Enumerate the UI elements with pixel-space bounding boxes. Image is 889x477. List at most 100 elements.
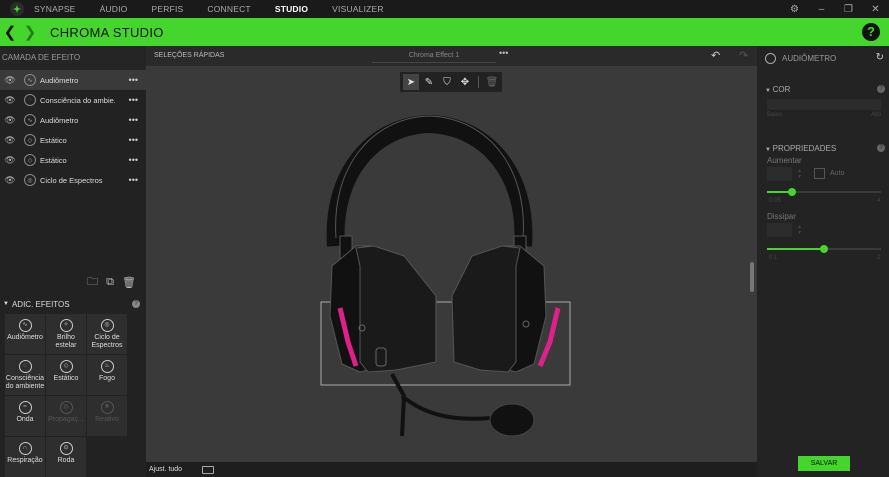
effect-starlight[interactable]: ✧ Brilho estelar bbox=[46, 314, 86, 354]
color-section-header[interactable]: ▼ COR ? bbox=[765, 85, 885, 94]
info-icon[interactable]: ? bbox=[132, 300, 140, 308]
layer-more-icon[interactable]: ••• bbox=[129, 115, 138, 125]
spectrum-icon: ◎ bbox=[24, 174, 36, 186]
quick-select-label: SELEÇÕES RÁPIDAS bbox=[154, 52, 225, 59]
eye-icon[interactable]: 👁 bbox=[0, 135, 20, 146]
auto-label: Auto bbox=[830, 170, 845, 177]
layer-label: Estático bbox=[40, 135, 67, 145]
eye-icon[interactable]: 👁 bbox=[0, 95, 20, 106]
effect-label: Propagaç... bbox=[48, 416, 84, 423]
nav-visualizer[interactable]: VISUALIZER bbox=[332, 4, 384, 14]
page-title: CHROMA STUDIO bbox=[50, 24, 164, 40]
minimize-icon[interactable]: – bbox=[808, 4, 835, 15]
fit-all-button[interactable]: Ajust. tudo bbox=[149, 466, 182, 473]
keyboard-icon[interactable] bbox=[202, 465, 215, 474]
layer-label: Consciência do ambie... bbox=[40, 95, 115, 105]
effect-reactive: ✺ Reativo bbox=[87, 396, 127, 436]
layer-row[interactable]: 👁 ∿ Audiômetro ••• bbox=[0, 110, 146, 130]
effects-grid: ∿ Audiômetro ✧ Brilho estelar ◎ Ciclo de Es… bbox=[5, 314, 131, 477]
left-panel: CAMADA DE EFEITO 👁 ∿ Audiômetro ••• 👁 ◌ … bbox=[0, 46, 146, 477]
nav-audio[interactable]: ÁUDIO bbox=[100, 4, 128, 14]
quick-select-dropdown[interactable]: SELEÇÕES RÁPIDAS ▼ bbox=[150, 49, 238, 73]
effect-ripple: ◍ Propagaç... bbox=[46, 396, 86, 436]
razer-logo-icon[interactable] bbox=[0, 0, 34, 18]
device-canvas[interactable]: ➤ ✎ ⛉ ✥ 🗑 bbox=[146, 66, 757, 473]
layer-more-icon[interactable]: ••• bbox=[129, 155, 138, 165]
dissipate-label: Dissipar bbox=[767, 212, 796, 221]
layer-row[interactable]: 👁 ◎ Ciclo de Espectros ••• bbox=[0, 170, 146, 190]
static-icon: ◇ bbox=[24, 154, 36, 166]
folder-icon[interactable]: 🗀 bbox=[87, 273, 98, 292]
properties-panel: AUDIÔMETRO ↻ ▼ COR ? Baixo Alto ▼ PROPRI… bbox=[757, 46, 889, 477]
cable bbox=[390, 373, 407, 437]
dissipate-slider[interactable] bbox=[767, 245, 881, 253]
duplicate-icon[interactable]: ⧉ bbox=[106, 276, 114, 289]
increase-slider-handle[interactable] bbox=[788, 188, 797, 196]
maximize-icon[interactable]: ❐ bbox=[835, 4, 862, 15]
eye-icon[interactable]: 👁 bbox=[0, 75, 20, 86]
effect-more-icon[interactable]: ••• bbox=[499, 48, 508, 58]
headband bbox=[326, 114, 533, 247]
increase-stepper-icon[interactable]: ▲ ▼ bbox=[797, 168, 802, 180]
layer-more-icon[interactable]: ••• bbox=[129, 135, 138, 145]
color-high-label: Alto bbox=[871, 112, 882, 118]
undo-icon[interactable]: ↶ bbox=[711, 49, 720, 62]
add-effects-title: ADIC. EFEITOS bbox=[11, 299, 70, 309]
info-icon[interactable]: ? bbox=[877, 144, 885, 152]
fire-icon: ♨ bbox=[100, 360, 114, 373]
effect-spectrum-cycle[interactable]: ◎ Ciclo de Espectros bbox=[87, 314, 127, 354]
increase-input[interactable] bbox=[767, 167, 792, 181]
eye-icon[interactable]: 👁 bbox=[0, 175, 20, 186]
effect-wave[interactable]: ≈ Onda bbox=[5, 396, 45, 436]
layer-more-icon[interactable]: ••• bbox=[129, 95, 138, 105]
effect-audiometer[interactable]: ∿ Audiômetro bbox=[5, 314, 45, 354]
reset-icon[interactable]: ↻ bbox=[876, 52, 884, 63]
collapse-arrow-icon: ▼ bbox=[3, 301, 9, 307]
mic-head bbox=[489, 403, 535, 437]
effect-label: Respiração bbox=[7, 457, 43, 464]
effect-ambient[interactable]: ◌ Consciência do ambiente bbox=[5, 355, 45, 395]
collapse-arrow-icon: ▼ bbox=[765, 88, 773, 94]
properties-section-header[interactable]: ▼ PROPRIEDADES ? bbox=[765, 144, 885, 153]
properties-title: AUDIÔMETRO bbox=[782, 53, 837, 63]
layer-more-icon[interactable]: ••• bbox=[129, 175, 138, 185]
eye-icon[interactable]: 👁 bbox=[0, 155, 20, 166]
save-button[interactable]: SALVAR bbox=[798, 456, 850, 471]
audiometer-icon: ∿ bbox=[24, 74, 36, 86]
increase-slider[interactable] bbox=[767, 188, 881, 196]
forward-arrow-icon[interactable]: ❯ bbox=[20, 23, 40, 41]
nav-synapse[interactable]: SYNAPSE bbox=[34, 4, 76, 14]
trash-icon[interactable]: 🗑 bbox=[122, 276, 136, 289]
static-icon: ◇ bbox=[59, 360, 73, 373]
layer-row[interactable]: 👁 ∿ Audiômetro ••• bbox=[0, 70, 146, 90]
dissipate-input[interactable] bbox=[767, 223, 792, 237]
layer-more-icon[interactable]: ••• bbox=[129, 75, 138, 85]
effect-label: Fogo bbox=[99, 375, 115, 382]
settings-gear-icon[interactable]: ⚙ bbox=[781, 4, 808, 15]
back-arrow-icon[interactable]: ❮ bbox=[0, 23, 20, 41]
nav-profiles[interactable]: PERFIS bbox=[151, 4, 183, 14]
add-effects-header[interactable]: ▼ ADIC. EFEITOS ? bbox=[0, 296, 146, 312]
nav-connect[interactable]: CONNECT bbox=[207, 4, 250, 14]
dissipate-slider-handle[interactable] bbox=[820, 245, 828, 253]
auto-checkbox[interactable] bbox=[814, 168, 825, 179]
nav-studio[interactable]: STUDIO bbox=[275, 4, 308, 14]
effect-breathing[interactable]: ∩ Respiração bbox=[5, 437, 45, 477]
eye-icon[interactable]: 👁 bbox=[0, 115, 20, 126]
effect-name-field[interactable]: Chroma Effect 1 bbox=[372, 49, 496, 63]
info-icon[interactable]: ? bbox=[877, 85, 885, 93]
color-gradient-bar[interactable] bbox=[767, 99, 881, 110]
layer-row[interactable]: 👁 ◌ Consciência do ambie... ••• bbox=[0, 90, 146, 110]
layer-row[interactable]: 👁 ◇ Estático ••• bbox=[0, 150, 146, 170]
close-icon[interactable]: ✕ bbox=[862, 4, 889, 15]
effect-static[interactable]: ◇ Estático bbox=[46, 355, 86, 395]
dissipate-stepper-icon[interactable]: ▲ ▼ bbox=[797, 224, 802, 236]
effect-wheel[interactable]: ⊙ Roda bbox=[46, 437, 86, 477]
effect-fire[interactable]: ♨ Fogo bbox=[87, 355, 127, 395]
headset-illustration[interactable] bbox=[146, 66, 757, 462]
layer-tools: 🗀 ⧉ 🗑 bbox=[0, 271, 146, 293]
color-low-label: Baixo bbox=[767, 112, 783, 118]
vertical-scrollbar[interactable] bbox=[750, 262, 754, 292]
layer-row[interactable]: 👁 ◇ Estático ••• bbox=[0, 130, 146, 150]
help-button[interactable]: ? bbox=[862, 23, 880, 41]
